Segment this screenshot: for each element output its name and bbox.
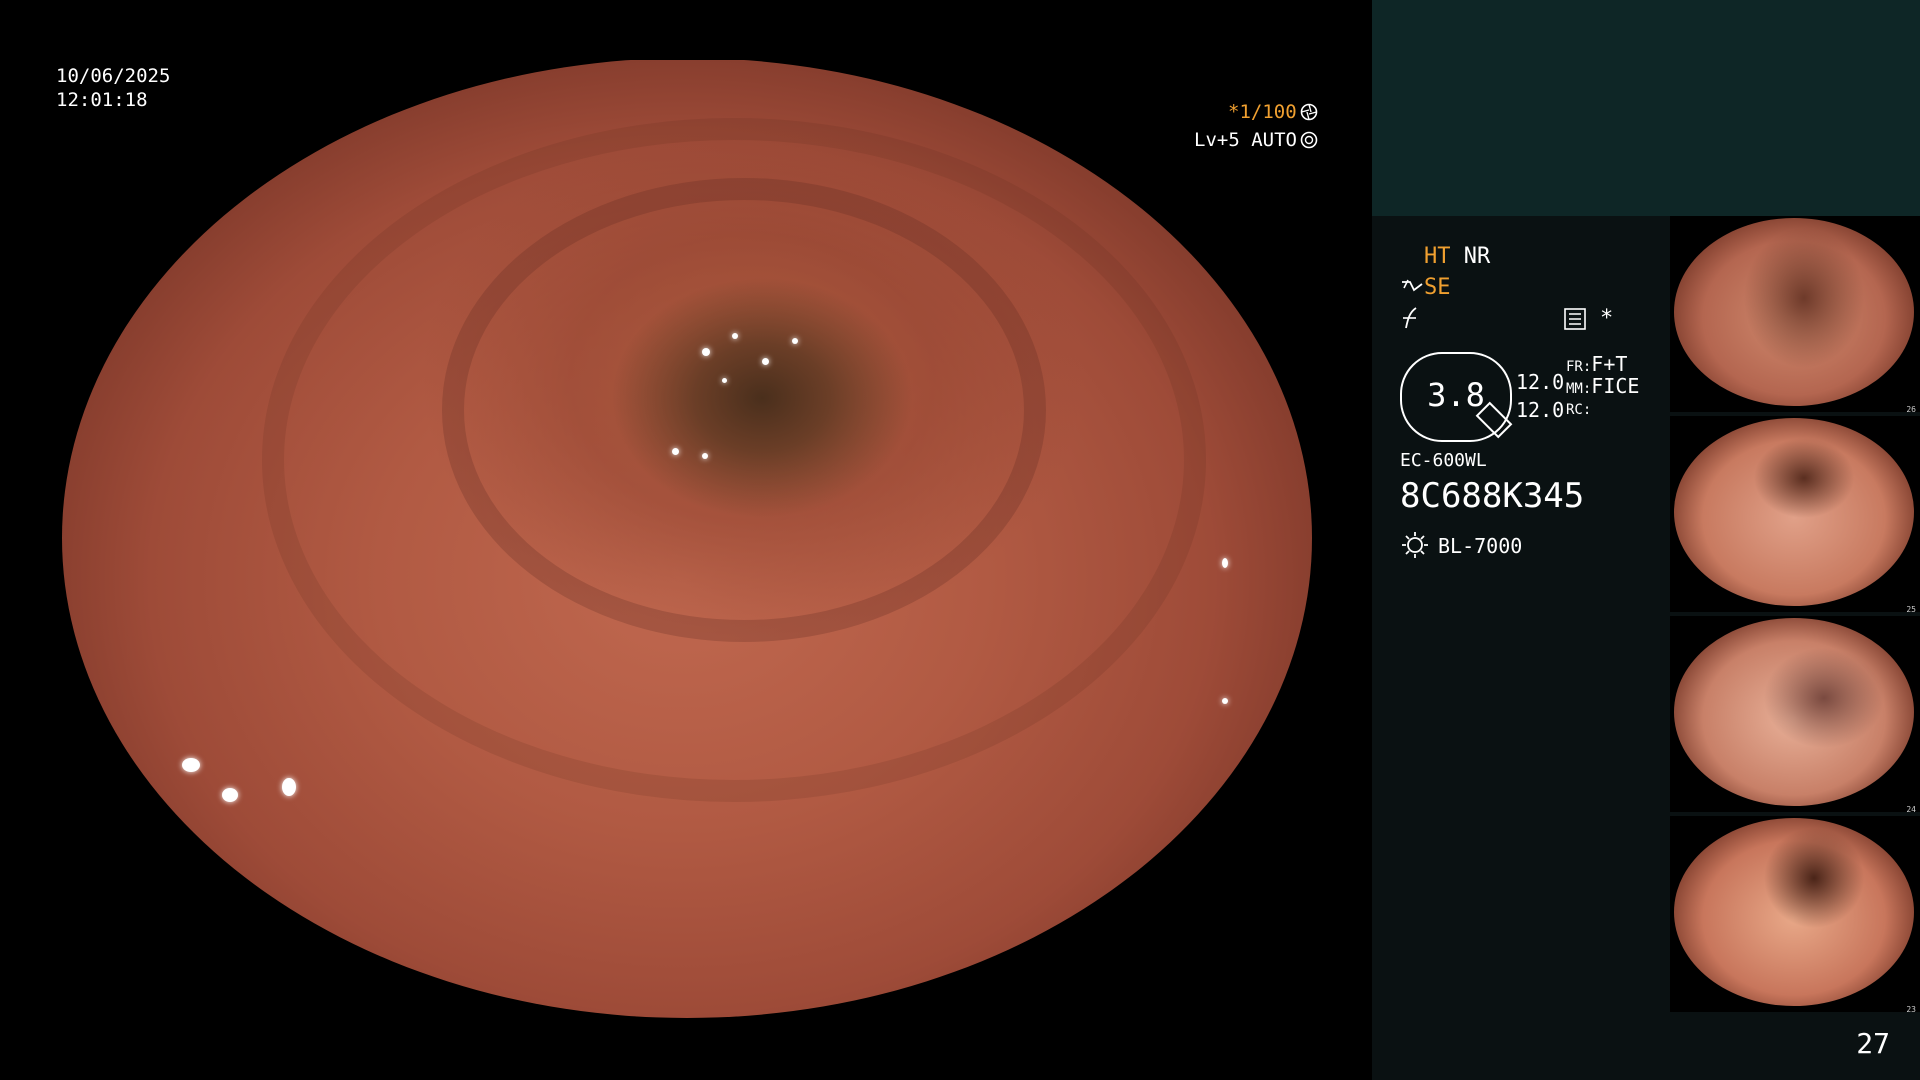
rc-row: RC: <box>1566 402 1591 418</box>
endoscope-view: 10/06/2025 12:01:18 *1/100 Lv+5 AUTO <box>0 0 1372 1080</box>
light-source-icon <box>1402 532 1428 558</box>
value-2: 12.0 <box>1516 398 1564 422</box>
fr-label: FR: <box>1566 359 1592 375</box>
shutter-text: *1/100 <box>1228 101 1297 123</box>
scope-serial: 8C688K345 <box>1400 476 1585 516</box>
value-2-text: 12.0 <box>1516 398 1565 422</box>
thumbnail-image <box>1674 418 1914 606</box>
mm-row: MM:FICE <box>1566 374 1639 398</box>
filter-icon <box>1403 307 1417 329</box>
date-text: 10/06/2025 <box>56 65 171 87</box>
status-panel-header <box>1372 0 1920 216</box>
level-readout: Lv+5 AUTO <box>1194 128 1297 152</box>
zoom-indicator: 3.8 <box>1400 352 1513 442</box>
thumbnail-number: 23 <box>1906 1005 1916 1014</box>
thumbnail[interactable]: 25 <box>1670 416 1920 614</box>
structure-enhance-icon <box>1402 279 1423 292</box>
asterisk-text: * <box>1600 306 1614 331</box>
value-1-text: 12.0 <box>1516 370 1565 394</box>
thumbnail-number: 26 <box>1906 405 1916 414</box>
ht-nr-row: HT NR <box>1424 244 1490 269</box>
iris-icon <box>1300 131 1318 149</box>
shutter-readout: *1/100 <box>1228 100 1297 124</box>
date-time: 10/06/2025 12:01:18 <box>56 64 170 112</box>
image-crop-top <box>0 0 1372 60</box>
endoscopic-image <box>62 58 1312 1018</box>
se-label: SE <box>1424 275 1451 300</box>
thumbnail-number: 24 <box>1906 805 1916 814</box>
thumbnail-image <box>1674 618 1914 806</box>
thumbnail-strip: 26 25 24 23 <box>1670 216 1920 1016</box>
record-icon <box>1564 308 1586 330</box>
se-row: SE <box>1424 275 1451 300</box>
image-crop-bottom <box>0 1018 1372 1080</box>
shutter-icon <box>1300 103 1318 121</box>
fr-value: F+T <box>1591 352 1628 376</box>
scope-model: EC-600WL <box>1400 450 1487 471</box>
thumbnail-image <box>1674 818 1914 1006</box>
thumbnail[interactable]: 26 <box>1670 216 1920 414</box>
nr-label: NR <box>1463 244 1491 269</box>
fr-row: FR:F+T <box>1566 352 1627 376</box>
thumbnail-image <box>1674 218 1914 406</box>
light-source: BL-7000 <box>1438 534 1523 558</box>
ht-label: HT <box>1424 244 1451 269</box>
time-text: 12:01:18 <box>56 89 148 111</box>
mm-label: MM: <box>1566 381 1592 397</box>
thumbnail[interactable]: 24 <box>1670 616 1920 814</box>
rc-label: RC: <box>1566 402 1592 418</box>
value-1: 12.0 <box>1516 370 1564 394</box>
asterisk-indicator: * <box>1600 306 1613 331</box>
thumbnail[interactable]: 23 <box>1670 816 1920 1014</box>
mm-value: FICE <box>1591 374 1640 398</box>
image-count: 27 <box>1856 1027 1890 1060</box>
level-text: Lv+5 AUTO <box>1194 129 1297 151</box>
thumbnail-number: 25 <box>1906 605 1916 614</box>
